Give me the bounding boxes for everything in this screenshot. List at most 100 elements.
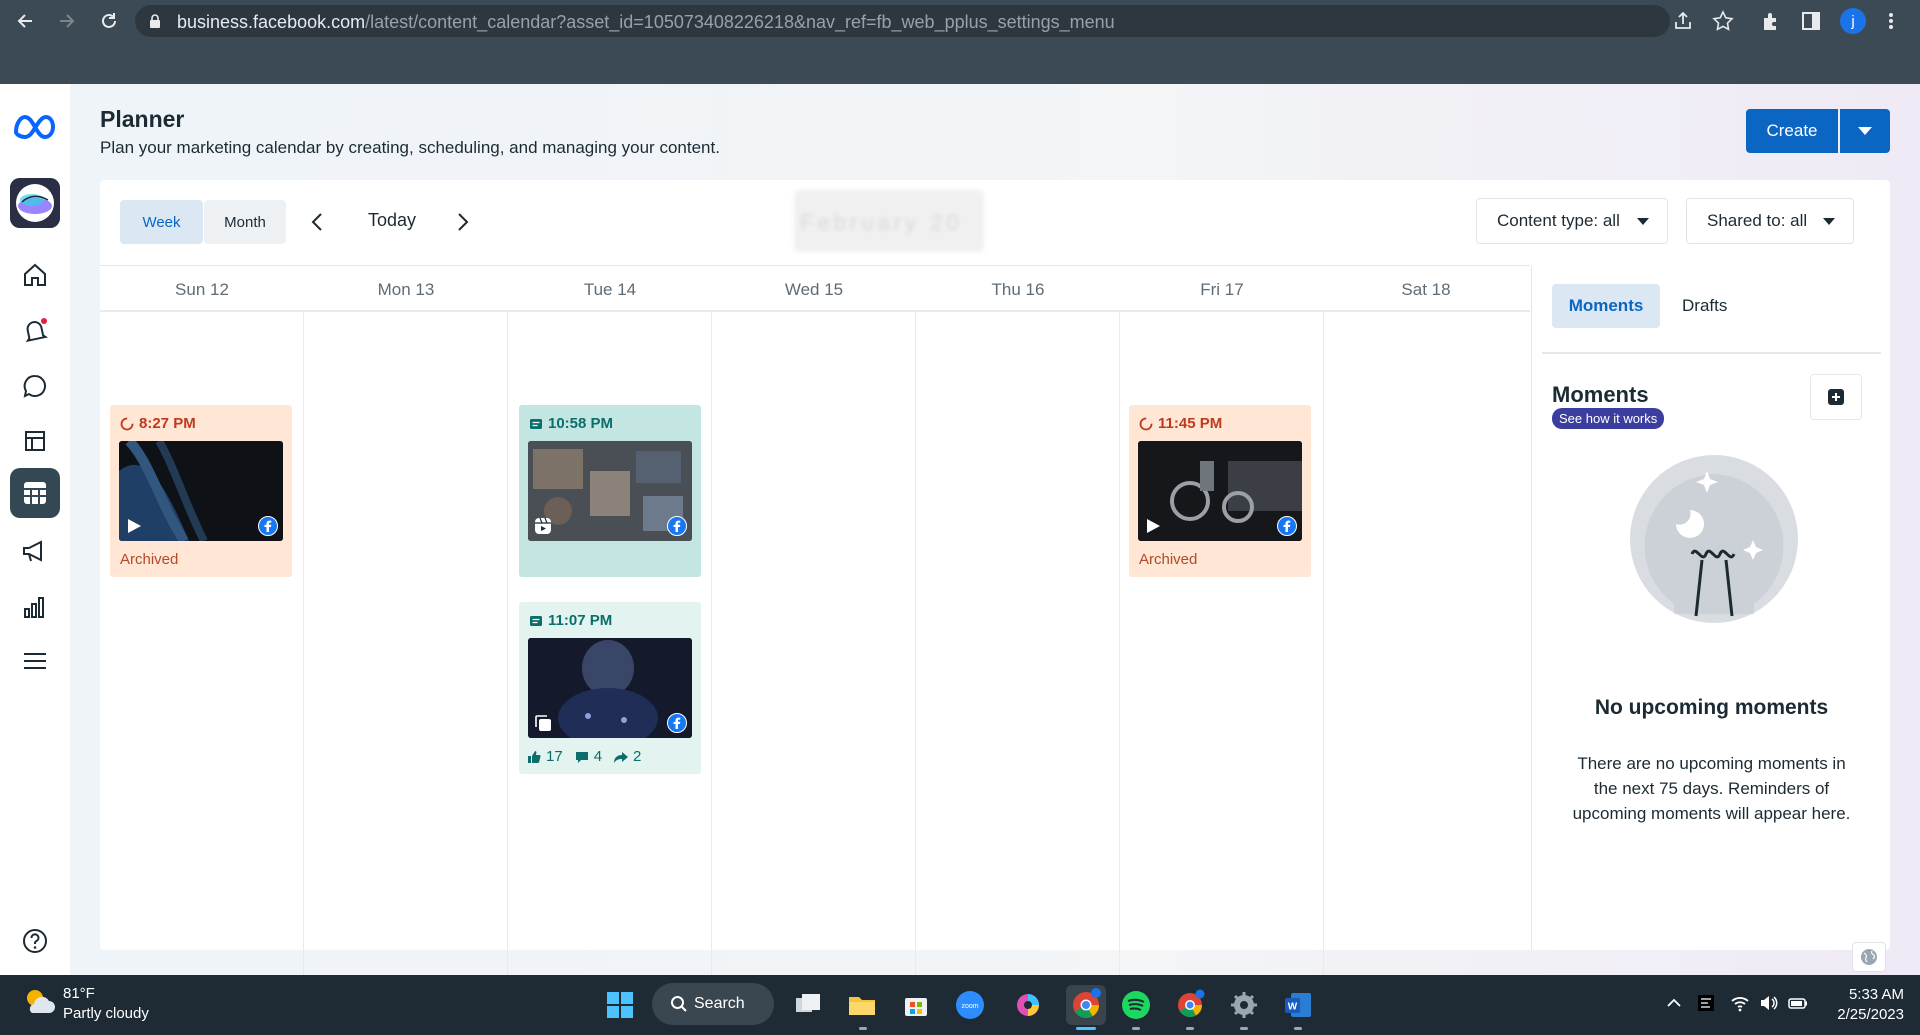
likes-count: 17 [546, 748, 563, 765]
day-header: Thu 16 [991, 280, 1045, 299]
url-text: business.facebook.com/latest/content_cal… [177, 12, 1115, 33]
post-time-text: 11:07 PM [548, 612, 613, 629]
post-thumbnail[interactable] [119, 441, 283, 541]
shared-to-filter[interactable]: Shared to: all [1686, 198, 1854, 244]
ads-megaphone-icon[interactable] [20, 536, 50, 566]
tab-moments[interactable]: Moments [1552, 284, 1660, 328]
settings-gear-icon[interactable] [1228, 989, 1260, 1021]
today-button[interactable]: Today [368, 210, 416, 231]
running-indicator [859, 1027, 867, 1030]
volume-icon[interactable] [1758, 993, 1778, 1013]
planner-nav-active[interactable] [10, 468, 60, 518]
caret-down-icon [1823, 218, 1835, 225]
planner-page: Planner Plan your marketing calendar by … [0, 84, 1920, 994]
back-icon[interactable] [14, 10, 36, 32]
forward-icon[interactable] [56, 10, 78, 32]
pen-menu-icon[interactable] [1696, 993, 1716, 1013]
messages-icon[interactable] [20, 371, 50, 401]
running-indicator [1240, 1027, 1248, 1030]
comments-stat: 4 [575, 748, 602, 765]
facebook-icon [667, 713, 687, 733]
post-status-archived: Archived [1139, 551, 1198, 568]
chrome-profile-icon[interactable] [1174, 989, 1206, 1021]
post-thumbnail[interactable] [1138, 441, 1302, 541]
post-thumbnail[interactable] [528, 638, 692, 738]
post-time: 11:45 PM [1139, 415, 1222, 432]
address-bar[interactable]: business.facebook.com/latest/content_cal… [135, 5, 1670, 37]
windows-start-icon[interactable] [604, 989, 636, 1021]
month-view-button[interactable]: Month [204, 200, 286, 244]
side-panel-icon[interactable] [1800, 10, 1822, 32]
calendar-grid-icon [24, 482, 46, 504]
taskbar-search[interactable]: Search [652, 983, 774, 1025]
meta-logo-icon[interactable] [12, 110, 58, 140]
help-icon[interactable] [20, 926, 50, 956]
column-divider [915, 312, 916, 994]
all-tools-menu-icon[interactable] [20, 646, 50, 676]
file-explorer-icon[interactable] [846, 989, 878, 1021]
notifications-bell-icon[interactable] [20, 316, 50, 346]
chrome-icon [1073, 988, 1101, 1019]
svg-text:W: W [1288, 1002, 1298, 1013]
see-how-it-works-link[interactable]: See how it works [1552, 408, 1665, 429]
day-header: Mon 13 [377, 280, 435, 299]
facebook-icon [667, 516, 687, 536]
content-type-filter-label: Content type: all [1497, 211, 1620, 230]
post-card-published[interactable]: 11:07 PM 17 4 2 [519, 602, 701, 774]
add-moment-button[interactable] [1810, 374, 1862, 420]
color-wheel-app-icon[interactable] [1012, 989, 1044, 1021]
next-week-chevron-icon[interactable] [450, 210, 474, 234]
show-hidden-icons-chevron-icon[interactable] [1664, 993, 1684, 1013]
page-avatar[interactable] [10, 178, 60, 228]
zoom-icon[interactable]: zoom [954, 989, 986, 1021]
insights-bar-chart-icon[interactable] [20, 592, 50, 622]
column-divider [507, 312, 508, 994]
previous-week-chevron-icon[interactable] [306, 210, 330, 234]
reload-icon[interactable] [98, 10, 120, 32]
language-globe-button[interactable] [1852, 942, 1886, 972]
toolbar-divider [100, 265, 1530, 266]
post-card-archived[interactable]: 11:45 PM Archived [1129, 405, 1311, 577]
extensions-icon[interactable] [1760, 10, 1782, 32]
wifi-icon[interactable] [1730, 993, 1750, 1013]
column-divider [1119, 312, 1120, 994]
day-header: Sun 12 [175, 280, 229, 299]
calendar-card: Week Month Today February 20 Content typ… [100, 180, 1890, 994]
shares-stat: 2 [614, 748, 641, 765]
share-icon[interactable] [1672, 10, 1694, 32]
battery-icon[interactable] [1788, 993, 1808, 1013]
no-moments-title: No upcoming moments [1594, 696, 1829, 719]
caret-down-icon [1858, 127, 1872, 135]
add-plus-icon [1828, 389, 1844, 405]
profile-avatar[interactable]: j [1840, 8, 1866, 34]
partly-cloudy-weather-icon[interactable] [22, 985, 56, 1019]
post-card-scheduled[interactable]: 10:58 PM [519, 405, 701, 577]
lock-icon [150, 14, 160, 28]
bookmark-star-icon[interactable] [1712, 10, 1734, 32]
week-view-button[interactable]: Week [120, 200, 203, 244]
menu-dots-icon[interactable] [1880, 10, 1902, 32]
search-icon [671, 996, 687, 1012]
content-icon[interactable] [20, 426, 50, 456]
header-divider [100, 310, 1530, 312]
post-time: 8:27 PM [120, 415, 196, 432]
system-clock[interactable]: 5:33 AM 2/25/2023 [1837, 985, 1904, 1025]
clock-date: 2/25/2023 [1837, 1006, 1904, 1023]
microsoft-word-icon[interactable]: W [1282, 989, 1314, 1021]
task-view-icon[interactable] [792, 989, 824, 1021]
create-dropdown-button[interactable] [1840, 109, 1890, 153]
shares-count: 2 [633, 748, 642, 765]
post-time-text: 11:45 PM [1158, 415, 1223, 432]
post-thumbnail[interactable] [528, 441, 692, 541]
microsoft-store-icon[interactable] [900, 989, 932, 1021]
spotify-icon[interactable] [1120, 989, 1152, 1021]
home-icon[interactable] [20, 260, 50, 290]
post-card-archived[interactable]: 8:27 PM Archived [110, 405, 292, 577]
running-indicator [1132, 1027, 1140, 1030]
tab-drafts[interactable]: Drafts [1682, 296, 1727, 316]
browser-chrome: business.facebook.com/latest/content_cal… [0, 0, 1920, 84]
chrome-taskbar-active[interactable] [1066, 985, 1106, 1025]
content-type-filter[interactable]: Content type: all [1476, 198, 1668, 244]
create-button[interactable]: Create [1746, 109, 1838, 153]
archived-status-icon [1139, 417, 1153, 430]
